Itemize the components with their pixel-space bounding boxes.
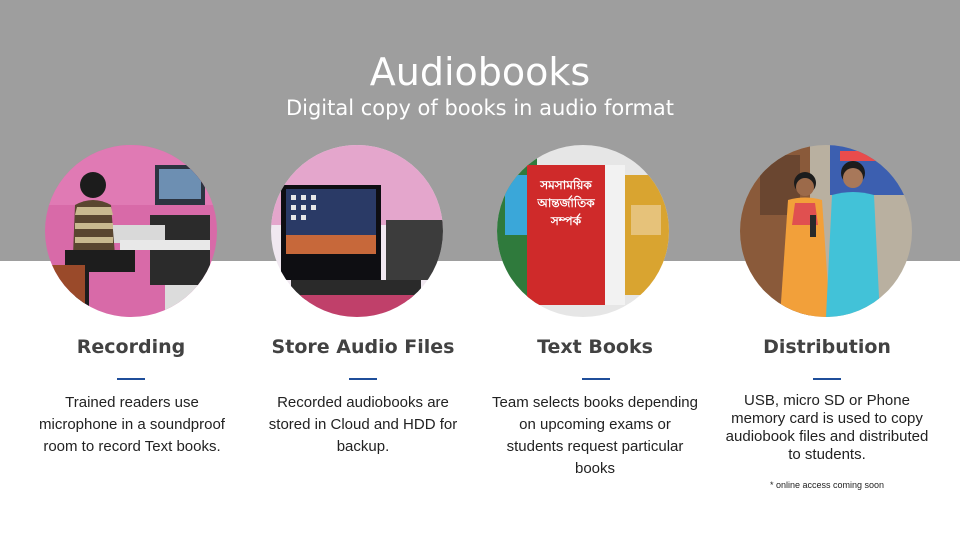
recording-divider xyxy=(117,378,145,380)
distribution-title: Distribution xyxy=(763,336,891,358)
store-description: Recorded audiobooks are stored in Cloud … xyxy=(268,394,458,455)
recording-description: Trained readers use microphone in a soun… xyxy=(39,394,225,455)
textbooks-description: Team selects books depending on upcoming… xyxy=(492,394,698,477)
recording-title: Recording xyxy=(76,336,186,358)
page-title: Audiobooks xyxy=(369,50,591,94)
store-audio-files-title: Store Audio Files xyxy=(271,336,455,358)
store-divider xyxy=(349,378,377,380)
page-subtitle: Digital copy of books in audio format xyxy=(285,96,675,120)
distribution-description: USB, micro SD or Phone memory card is us… xyxy=(725,392,929,463)
distribution-divider xyxy=(813,378,841,380)
textbooks-divider xyxy=(582,378,610,380)
textbook-photo: সমসাময়িক আন্তর্জাতিক সম্পর্ক xyxy=(497,145,669,317)
online-access-note: * online access coming soon xyxy=(769,480,885,490)
recording-photo xyxy=(45,145,217,317)
book-cover-line-3: সম্পর্ক xyxy=(550,213,582,228)
text-books-title: Text Books xyxy=(537,336,653,358)
book-cover-line-2: আন্তর্জাতিক xyxy=(536,195,595,210)
students-photo xyxy=(740,145,912,317)
computer-monitor-photo xyxy=(271,145,443,317)
book-cover-line-1: সমসাময়িক xyxy=(539,177,592,192)
